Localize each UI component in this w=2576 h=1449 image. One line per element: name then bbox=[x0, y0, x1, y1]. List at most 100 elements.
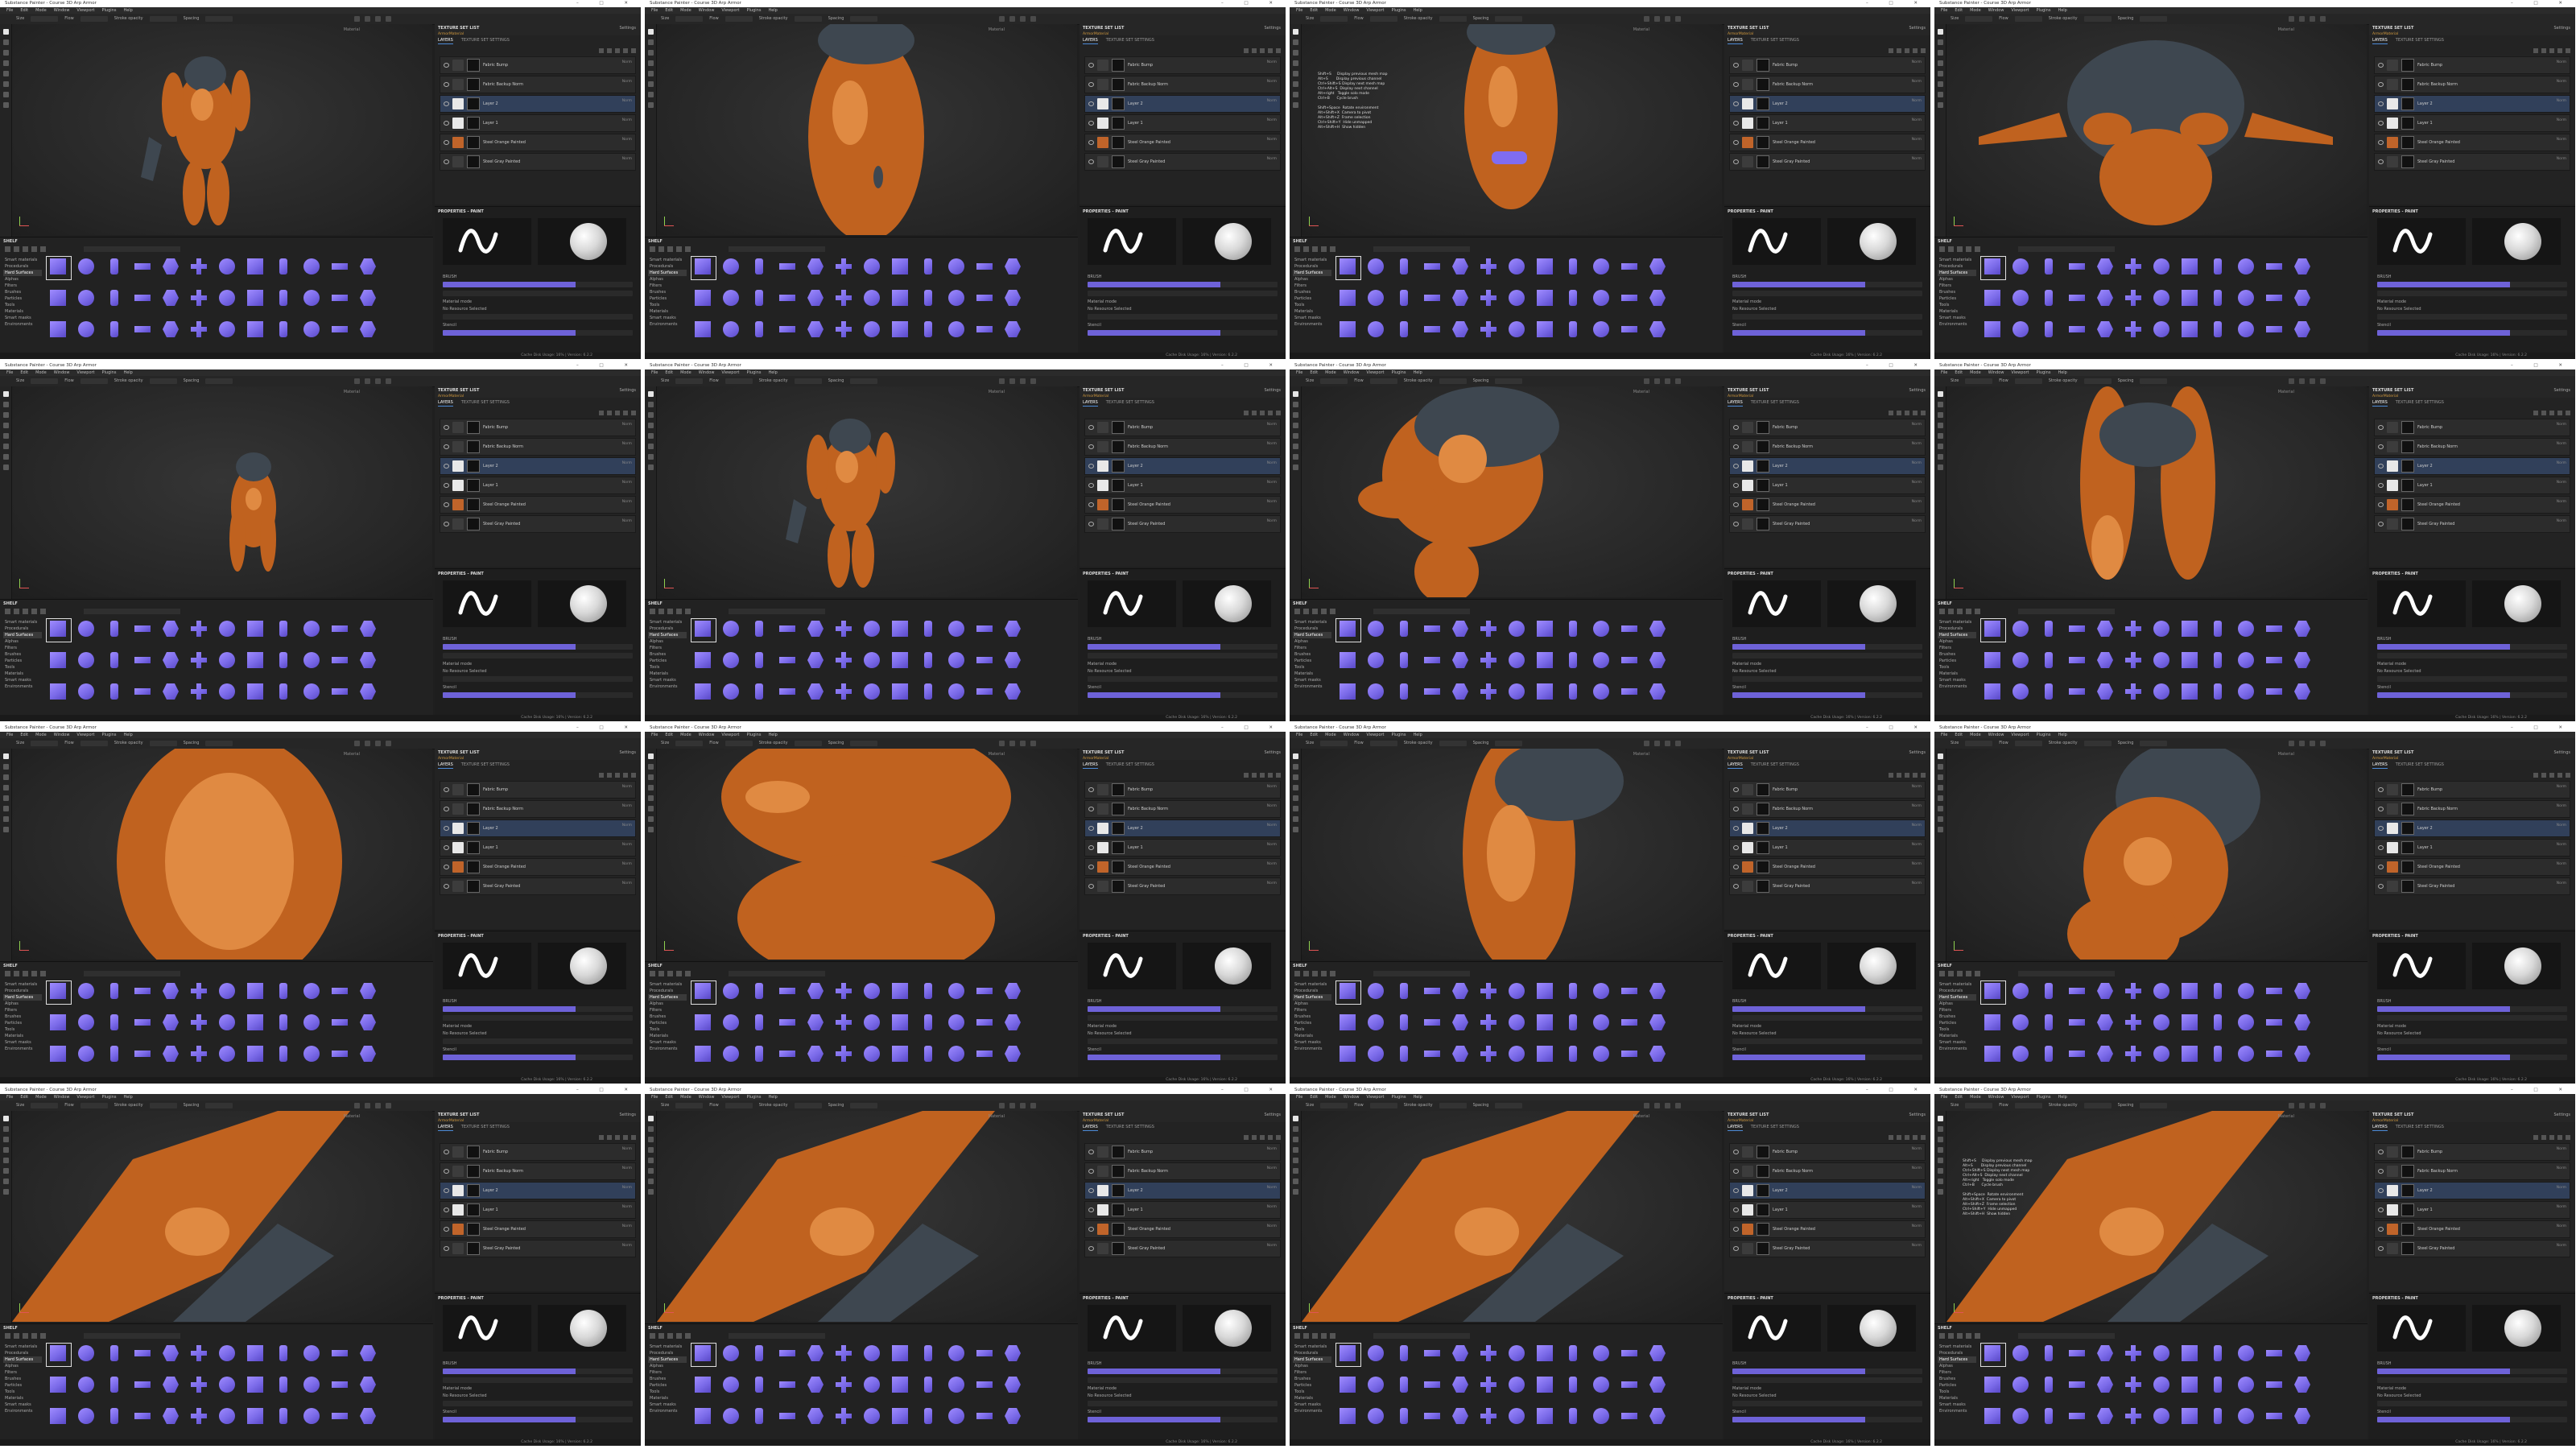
shelf-brush-item[interactable] bbox=[159, 1013, 184, 1035]
shelf-brush-item[interactable] bbox=[776, 650, 800, 673]
alpha-preview[interactable] bbox=[2377, 580, 2466, 627]
shelf-brush-item[interactable] bbox=[973, 1013, 997, 1035]
shelf-brush-item[interactable] bbox=[889, 1406, 913, 1429]
smudge-icon[interactable] bbox=[647, 71, 654, 76]
menu-item-edit[interactable]: Edit bbox=[1955, 732, 1963, 738]
eye-icon[interactable] bbox=[2378, 807, 2384, 811]
shelf-brush-item[interactable] bbox=[973, 1044, 997, 1067]
menu-item-viewport[interactable]: Viewport bbox=[2011, 369, 2029, 376]
layer-blend-mode[interactable]: Norm bbox=[1267, 1243, 1277, 1249]
brush-flow-slider[interactable] bbox=[443, 1377, 633, 1383]
shelf-brush-item[interactable] bbox=[1001, 1375, 1026, 1397]
alpha-preview[interactable] bbox=[1088, 1305, 1176, 1352]
shelf-brush-item[interactable] bbox=[1981, 1044, 2005, 1067]
brush-size-slider[interactable] bbox=[2377, 644, 2567, 650]
shelf-brush-item[interactable] bbox=[917, 1013, 941, 1035]
add-fill-layer-icon[interactable] bbox=[2541, 1135, 2546, 1140]
shelf-brush-item[interactable] bbox=[2094, 981, 2118, 1004]
stencil-slot[interactable] bbox=[1732, 330, 1922, 336]
import-icon[interactable] bbox=[14, 971, 19, 976]
smudge-icon[interactable] bbox=[1292, 795, 1298, 801]
shelf-brush-item[interactable] bbox=[2263, 1044, 2287, 1067]
menu-item-mode[interactable]: Mode bbox=[35, 369, 47, 376]
eye-icon[interactable] bbox=[444, 101, 449, 106]
shelf-brush-item[interactable] bbox=[2178, 257, 2202, 279]
shelf-brush-item[interactable] bbox=[691, 1406, 716, 1429]
eye-icon[interactable] bbox=[1733, 845, 1739, 850]
layer-row[interactable]: Fabric Backup Norm Norm bbox=[2374, 438, 2570, 456]
layer-row[interactable]: Fabric Bump Norm bbox=[440, 781, 636, 799]
layer-blend-mode[interactable]: Norm bbox=[2557, 1166, 2566, 1171]
shelf-brush-item[interactable] bbox=[244, 257, 268, 279]
shelf-brush-item[interactable] bbox=[1562, 1375, 1586, 1397]
render-icon[interactable] bbox=[1654, 378, 1660, 384]
shelf-brush-item[interactable] bbox=[2122, 1406, 2146, 1429]
shelf-brush-item[interactable] bbox=[2263, 650, 2287, 673]
brush-size-slider[interactable] bbox=[1732, 644, 1922, 650]
render-icon[interactable] bbox=[1009, 1103, 1015, 1108]
shelf-brush-item[interactable] bbox=[1618, 320, 1642, 342]
layer-blend-mode[interactable]: Norm bbox=[1912, 784, 1922, 790]
screenshot-icon[interactable] bbox=[1675, 741, 1681, 746]
eraser-icon[interactable] bbox=[2, 402, 9, 407]
projection-icon[interactable] bbox=[1937, 1137, 1943, 1142]
clone-icon[interactable] bbox=[1937, 444, 1943, 449]
menu-item-plugins[interactable]: Plugins bbox=[2037, 7, 2051, 14]
menu-item-help[interactable]: Help bbox=[2058, 369, 2066, 376]
color-picker-icon[interactable] bbox=[647, 816, 654, 822]
layer-row[interactable]: Layer 1 Norm bbox=[440, 839, 636, 857]
import-icon[interactable] bbox=[14, 246, 19, 252]
shelf-category[interactable]: Particles bbox=[1938, 658, 1976, 664]
3d-viewport[interactable]: Material bbox=[657, 749, 1077, 960]
shelf-brush-item[interactable] bbox=[2009, 1375, 2033, 1397]
shelf-brush-item[interactable] bbox=[1505, 619, 1530, 642]
spacing-slider[interactable] bbox=[2140, 378, 2168, 384]
delete-icon[interactable] bbox=[631, 773, 636, 778]
shelf-category[interactable]: Filters bbox=[1293, 645, 1331, 651]
shelf-brush-item[interactable] bbox=[691, 1013, 716, 1035]
shelf-brush-item[interactable] bbox=[244, 1375, 268, 1397]
move-icon[interactable] bbox=[1937, 102, 1943, 108]
shelf-brush-item[interactable] bbox=[1590, 320, 1614, 342]
shelf-category[interactable]: Brushes bbox=[3, 289, 42, 295]
menu-item-viewport[interactable]: Viewport bbox=[76, 732, 94, 738]
render-icon[interactable] bbox=[1009, 16, 1015, 22]
shelf-brush-item[interactable] bbox=[2037, 981, 2062, 1004]
eye-icon[interactable] bbox=[1088, 1208, 1094, 1212]
layer-row[interactable]: Layer 1 Norm bbox=[1084, 1201, 1281, 1219]
menu-item-mode[interactable]: Mode bbox=[680, 369, 691, 376]
paint-brush-icon[interactable] bbox=[1292, 391, 1298, 397]
import-icon[interactable] bbox=[658, 1333, 664, 1339]
window-controls[interactable]: – □ ✕ bbox=[576, 1087, 638, 1094]
eye-icon[interactable] bbox=[2378, 101, 2384, 106]
eye-icon[interactable] bbox=[1088, 101, 1094, 106]
layer-row[interactable]: Steel Orange Painted Norm bbox=[1729, 496, 1926, 514]
size-slider[interactable] bbox=[1320, 1103, 1348, 1108]
shelf-brush-item[interactable] bbox=[1534, 1344, 1558, 1366]
shelf-brush-item[interactable] bbox=[720, 1375, 744, 1397]
shelf-brush-item[interactable] bbox=[103, 1013, 127, 1035]
screenshot-icon[interactable] bbox=[2320, 378, 2326, 384]
shelf-category[interactable]: Tools bbox=[1293, 664, 1331, 671]
add-fill-layer-icon[interactable] bbox=[1897, 773, 1901, 778]
shelf-brush-item[interactable] bbox=[2094, 650, 2118, 673]
layer-blend-mode[interactable]: Norm bbox=[2557, 1224, 2566, 1229]
material-preview[interactable] bbox=[1183, 1305, 1271, 1352]
shelf-category[interactable]: Filters bbox=[648, 1369, 687, 1376]
menu-item-file[interactable]: File bbox=[1941, 7, 1947, 14]
settings-button[interactable]: Settings bbox=[1909, 1113, 1926, 1118]
layer-row[interactable]: Fabric Backup Norm Norm bbox=[440, 1162, 636, 1180]
shelf-category[interactable]: Procedurals bbox=[1293, 1350, 1331, 1356]
shelf-brush-item[interactable] bbox=[691, 320, 716, 342]
tab-layers[interactable]: LAYERS bbox=[2372, 400, 2388, 407]
shelf-brush-item[interactable] bbox=[2037, 288, 2062, 311]
shelf-brush-item[interactable] bbox=[1477, 981, 1501, 1004]
shelf-brush-item[interactable] bbox=[159, 619, 184, 642]
shelf-brush-item[interactable] bbox=[748, 1406, 772, 1429]
shelf-search-input[interactable] bbox=[729, 246, 825, 252]
grid-view-icon[interactable] bbox=[31, 1333, 37, 1339]
brush-size-slider[interactable] bbox=[1088, 282, 1278, 287]
color-picker-icon[interactable] bbox=[1937, 1179, 1943, 1184]
shelf-brush-item[interactable] bbox=[720, 619, 744, 642]
shelf-category[interactable]: Materials bbox=[3, 1033, 42, 1039]
